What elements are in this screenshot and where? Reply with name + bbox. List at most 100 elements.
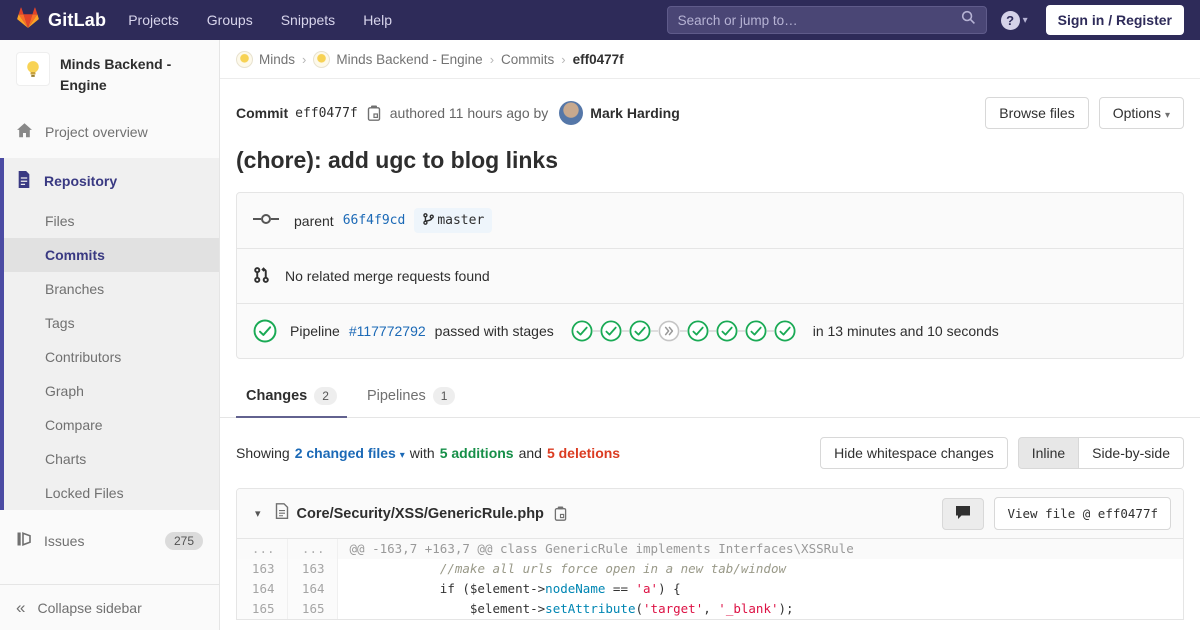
pipeline-status-text: passed with stages [434,323,554,339]
navbar-item-projects[interactable]: Projects [128,12,179,28]
search-input[interactable] [677,12,961,28]
caret-down-icon: ▾ [1164,110,1170,121]
sidebar-item-repository[interactable]: Repository [4,158,219,204]
stage-passed-icon[interactable] [571,320,593,342]
sidebar-item-issues[interactable]: Issues 275 [0,519,219,562]
file-path[interactable]: Core/Security/XSS/GenericRule.php [297,506,544,522]
breadcrumb-item-minds[interactable]: Minds [236,50,295,68]
deletions-count: 5 deletions [546,445,621,461]
copy-sha-button[interactable] [365,105,383,121]
commit-title: (chore): add ugc to blog links [236,147,558,173]
view-file-button[interactable]: View file @ eff0477f [994,497,1171,530]
breadcrumb-avatar [313,50,331,68]
pipeline-duration: in 13 minutes and 10 seconds [812,323,999,339]
view-mode-group: Inline Side-by-side [1017,437,1184,469]
repo-subitems: Files Commits Branches Tags Contributors Grap… [4,204,219,510]
collapse-label: Collapse sidebar [37,599,142,616]
sidebar-item-label: Repository [44,173,118,189]
authored-text: authored 11 hours ago by [389,105,549,121]
navbar-item-help[interactable]: Help [363,12,392,28]
sidebar-item-branches[interactable]: Branches [4,272,219,306]
tab-pipelines[interactable]: Pipelines 1 [357,375,466,417]
sidebar-item-label: Issues [44,532,85,549]
navbar-item-groups[interactable]: Groups [207,12,253,28]
diff-toolbar: Showing 2 changed files ▾ with 5 additio… [220,418,1200,488]
pipeline-status-icon[interactable] [253,319,277,343]
main-content: Minds › Minds Backend - Engine › Commits › eff… [220,40,1200,620]
diff-row: 164 164 if ($element->nodeName == 'a') { [237,579,1183,599]
sidebar-item-contributors[interactable]: Contributors [4,340,219,374]
tab-count-badge: 2 [314,387,337,405]
stage-passed-icon[interactable] [680,320,709,342]
options-button[interactable]: Options ▾ [1098,97,1184,129]
collapse-diff-caret-icon[interactable]: ▾ [249,507,267,520]
parent-row: parent 66f4f9cd master [237,193,1183,248]
sidebar-item-locked-files[interactable]: Locked Files [4,476,219,510]
diff-row: 165 165 $element->setAttribute('target', … [237,599,1183,619]
line-number[interactable]: 165 [237,599,288,619]
sidebar-item-charts[interactable]: Charts [4,442,219,476]
stage-passed-icon[interactable] [593,320,622,342]
inline-view-button[interactable]: Inline [1017,437,1080,469]
side-by-side-view-button[interactable]: Side-by-side [1079,437,1184,469]
and-label: and [518,445,542,461]
merge-request-icon [253,266,270,287]
hide-whitespace-button[interactable]: Hide whitespace changes [820,437,1008,469]
line-number[interactable]: 163 [287,559,338,579]
diff-body: ...... @@ -163,7 +163,7 @@ class GenericR… [237,539,1183,619]
branch-icon [422,212,435,229]
pipeline-id-link[interactable]: #117772792 [349,323,426,339]
breadcrumb-item-minds-backend-engine[interactable]: Minds Backend - Engine [313,50,483,68]
top-navbar: GitLab Projects Groups Snippets Help ? ▾ Si… [0,0,1200,40]
search-box[interactable] [666,6,987,34]
branch-badge[interactable]: master [414,208,493,233]
sign-in-button[interactable]: Sign in / Register [1045,5,1184,35]
sidebar-item-project-overview[interactable]: Project overview [0,110,219,154]
changed-files-dropdown[interactable]: 2 changed files ▾ [295,445,405,461]
project-context-link[interactable]: Minds Backend - Engine [0,40,219,110]
additions-count: 5 additions [439,445,514,461]
tab-changes[interactable]: Changes 2 [236,375,347,418]
sidebar-item-files[interactable]: Files [4,204,219,238]
stage-passed-icon[interactable] [709,320,738,342]
toggle-comments-button[interactable] [942,497,985,530]
stage-skipped-icon[interactable] [651,320,680,342]
author-avatar[interactable] [559,101,584,125]
stage-passed-icon[interactable] [622,320,651,342]
sidebar-item-compare[interactable]: Compare [4,408,219,442]
collapse-sidebar-button[interactable]: « Collapse sidebar [0,584,219,630]
gitlab-logo[interactable]: GitLab [16,6,106,35]
line-number[interactable]: ... [237,539,288,559]
tab-count-badge: 1 [432,387,456,405]
line-number[interactable]: 164 [237,579,288,599]
parent-sha-link[interactable]: 66f4f9cd [343,213,406,228]
file-header: ▾ Core/Security/XSS/GenericRule.php View… [237,489,1183,539]
search-icon [961,10,976,30]
stage-passed-icon[interactable] [738,320,767,342]
issues-count-badge: 275 [164,531,203,550]
chevron-right-icon: › [561,51,566,67]
pipeline-row: Pipeline #117772792 passed with stages i… [237,303,1183,358]
sidebar-item-tags[interactable]: Tags [4,306,219,340]
with-label: with [409,445,435,461]
line-number[interactable]: 164 [287,579,338,599]
commit-info-box: parent 66f4f9cd master No related merge … [236,192,1184,359]
sidebar-item-graph[interactable]: Graph [4,374,219,408]
comment-bubble-icon [955,505,971,523]
copy-path-button[interactable] [552,506,569,521]
navbar-item-snippets[interactable]: Snippets [281,12,335,28]
issues-icon [16,531,32,550]
browse-files-button[interactable]: Browse files [985,97,1089,129]
help-menu[interactable]: ? ▾ [1000,10,1028,30]
line-number[interactable]: 163 [237,559,288,579]
stage-passed-icon[interactable] [767,320,796,342]
home-icon [16,122,33,142]
project-title: Minds Backend - Engine [60,56,172,93]
line-number[interactable]: ... [287,539,338,559]
sidebar-item-label: Project overview [45,124,148,140]
merge-requests-row: No related merge requests found [237,248,1183,303]
breadcrumb-item-commits[interactable]: Commits [501,52,554,67]
sidebar-item-commits[interactable]: Commits [4,238,219,272]
author-name[interactable]: Mark Harding [590,105,679,121]
line-number[interactable]: 165 [287,599,338,619]
